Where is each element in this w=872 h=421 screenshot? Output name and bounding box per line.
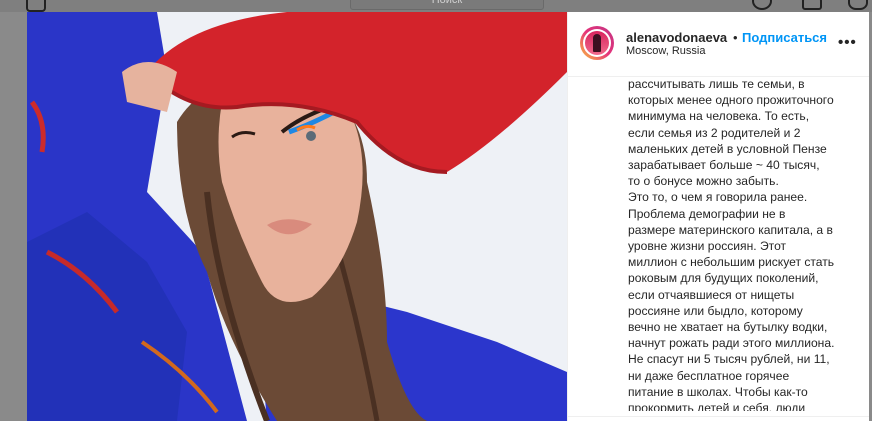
post-caption: рассчитывать лишь те семьи, в которых мен… xyxy=(628,76,850,411)
instagram-logo-icon[interactable] xyxy=(26,0,46,12)
profile-icon[interactable] xyxy=(848,0,868,10)
caption-line: Это то, о чем я говорила ранее. xyxy=(628,190,808,205)
caption-line: размере материнского капитала, а в xyxy=(628,222,833,237)
caption-line: то о бонусе можно забыть. xyxy=(628,174,779,189)
caption-line: уровне жизни россиян. Этот xyxy=(628,239,787,254)
caption-line: которых менее одного прожиточного xyxy=(628,93,834,108)
search-input[interactable]: Поиск xyxy=(350,0,544,10)
caption-line: питание в школах. Чтобы как-то xyxy=(628,384,808,399)
post-sidebar: alenavodonaeva • Подписаться Moscow, Rus… xyxy=(567,12,869,421)
caption-line: роковым для будущих поколений, xyxy=(628,271,819,286)
caption-line: россияне или быдло, которому xyxy=(628,303,803,318)
caption-line: миллион с небольшим рискует стать xyxy=(628,255,835,270)
caption-line: ни даже бесплатное горячее xyxy=(628,368,790,383)
avatar-image xyxy=(585,31,609,55)
caption-line: зарабатывает больше ~ 40 тысяч, xyxy=(628,158,820,173)
separator-dot: • xyxy=(733,30,738,45)
caption-line: если семья из 2 родителей и 2 xyxy=(628,125,801,140)
caption-line: если отчаявшиеся от нищеты xyxy=(628,287,795,302)
instagram-topbar: Поиск xyxy=(0,0,872,12)
post-header: alenavodonaeva • Подписаться Moscow, Rus… xyxy=(568,12,869,77)
caption-line: минимума на человека. То есть, xyxy=(628,109,810,124)
heart-icon[interactable] xyxy=(802,0,822,10)
caption-line: Проблема демографии не в xyxy=(628,206,786,221)
caption-line: начнут рожать ради этого миллиона. xyxy=(628,336,835,351)
divider xyxy=(568,416,869,417)
explore-icon[interactable] xyxy=(752,0,772,10)
caption-line: прокормить детей и себя, люди xyxy=(628,401,806,411)
avatar[interactable] xyxy=(580,26,614,60)
location-link[interactable]: Moscow, Russia xyxy=(626,45,705,57)
username-link[interactable]: alenavodonaeva xyxy=(626,30,727,45)
caption-line: Не спасут ни 5 тысяч рублей, ни 11, xyxy=(628,352,830,367)
portrait-image xyxy=(27,12,567,421)
caption-line: вечно не хватает на бутылку водки, xyxy=(628,320,828,335)
post-photo[interactable] xyxy=(27,12,567,421)
follow-button[interactable]: Подписаться xyxy=(742,30,827,45)
post-modal: alenavodonaeva • Подписаться Moscow, Rus… xyxy=(27,12,869,421)
caption-line: рассчитывать лишь те семьи, в xyxy=(628,77,805,91)
more-options-icon[interactable]: ••• xyxy=(838,34,857,51)
caption-line: маленьких детей в условной Пензе xyxy=(628,141,827,156)
